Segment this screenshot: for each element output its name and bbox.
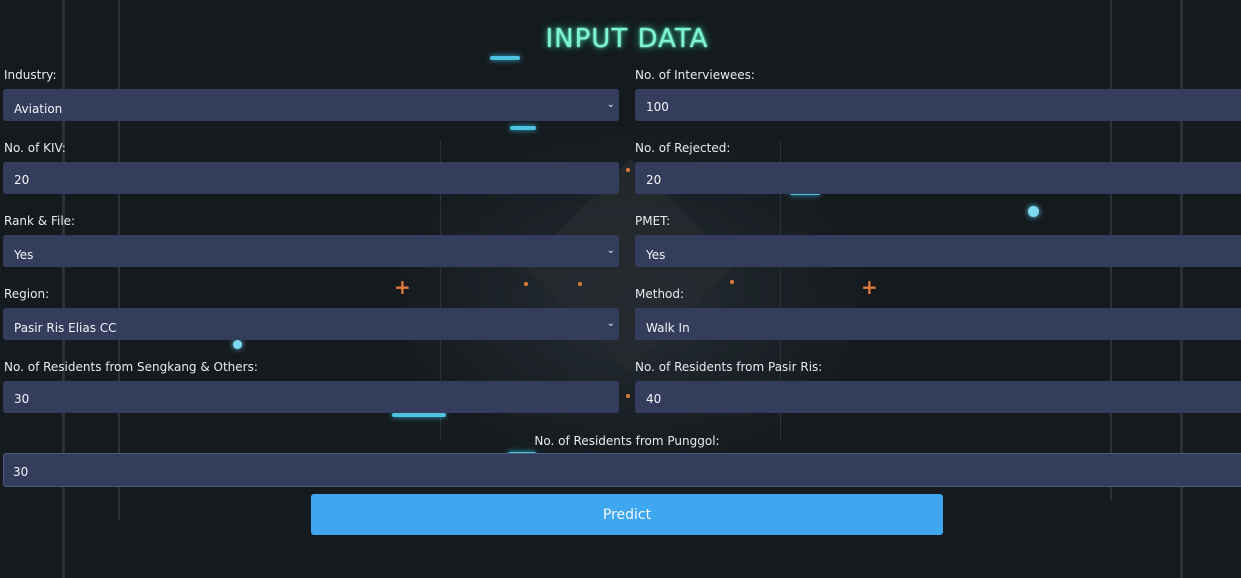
- background-line: [1180, 0, 1183, 578]
- rank-file-label: Rank & File:: [4, 214, 76, 228]
- interviewees-input[interactable]: 100: [635, 89, 1241, 121]
- kiv-value: 20: [14, 173, 30, 187]
- interviewees-label: No. of Interviewees:: [635, 68, 755, 82]
- sengkang-value: 30: [14, 392, 30, 406]
- pasir-ris-label: No. of Residents from Pasir Ris:: [635, 360, 823, 374]
- chevron-down-icon: ⌄: [606, 99, 615, 110]
- kiv-input[interactable]: 20: [3, 162, 619, 194]
- pmet-label: PMET:: [635, 214, 671, 228]
- pmet-value: Yes: [646, 248, 666, 262]
- pasir-ris-value: 40: [646, 392, 662, 406]
- sengkang-input[interactable]: 30: [3, 381, 619, 413]
- rejected-value: 20: [646, 173, 662, 187]
- region-select[interactable]: Pasir Ris Elias CC ⌄: [3, 308, 619, 340]
- glow-dash: [510, 126, 536, 130]
- industry-label: Industry:: [4, 68, 57, 82]
- predict-button[interactable]: Predict: [311, 494, 943, 535]
- background-decoration: + +: [0, 0, 1241, 578]
- punggol-value: 30: [13, 465, 29, 479]
- region-value: Pasir Ris Elias CC: [14, 321, 117, 335]
- plus-icon: +: [861, 275, 878, 299]
- orange-dot: [626, 394, 630, 398]
- plus-icon: +: [394, 275, 411, 299]
- rejected-input[interactable]: 20: [635, 162, 1241, 194]
- method-value: Walk In: [646, 321, 690, 335]
- rejected-label: No. of Rejected:: [635, 141, 731, 155]
- orange-dot: [578, 282, 582, 286]
- rank-file-select[interactable]: Yes ⌄: [3, 235, 619, 267]
- method-label: Method:: [635, 287, 685, 301]
- industry-select[interactable]: Aviation ⌄: [3, 89, 619, 121]
- chevron-down-icon: ⌄: [606, 245, 615, 256]
- pasir-ris-input[interactable]: 40: [635, 381, 1241, 413]
- orange-dot: [524, 282, 528, 286]
- sengkang-label: No. of Residents from Sengkang & Others:: [4, 360, 258, 374]
- interviewees-value: 100: [646, 100, 669, 114]
- glow-dot: [1028, 206, 1039, 217]
- orange-dot: [626, 168, 630, 172]
- glow-dash: [392, 413, 446, 417]
- background-line: [62, 0, 65, 578]
- punggol-label: No. of Residents from Punggol:: [534, 434, 720, 448]
- punggol-input[interactable]: 30: [3, 453, 1241, 487]
- method-select[interactable]: Walk In: [635, 308, 1241, 340]
- chevron-down-icon: ⌄: [606, 318, 615, 329]
- page-title: INPUT DATA: [545, 24, 709, 54]
- industry-value: Aviation: [14, 102, 63, 116]
- glow-dot: [233, 340, 242, 349]
- rank-file-value: Yes: [14, 248, 34, 262]
- glow-dash: [490, 56, 520, 60]
- kiv-label: No. of KIV:: [4, 141, 66, 155]
- region-label: Region:: [4, 287, 50, 301]
- orange-dot: [730, 280, 734, 284]
- pmet-select[interactable]: Yes: [635, 235, 1241, 267]
